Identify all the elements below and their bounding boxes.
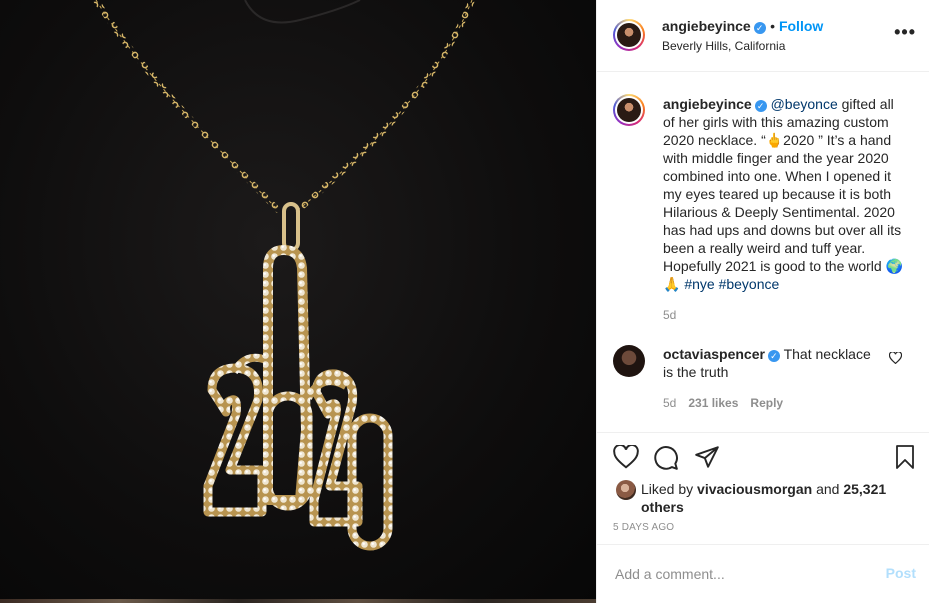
post-caption: angiebeyince ✓ @beyonce gifted all of her… [663,95,909,293]
add-comment-input[interactable] [613,563,867,585]
middle-finger-emoji-icon: 🖕 [765,132,784,148]
reply-button[interactable]: Reply [750,396,783,410]
liked-by-prefix: Liked by [641,481,698,497]
save-bookmark-icon[interactable] [895,445,915,469]
commenter-username[interactable]: octaviaspencer [663,346,765,362]
caption-text-part2: 2020 ” It’s a hand with middle finger an… [663,132,902,274]
liked-by-user-link[interactable]: vivaciousmorgan [697,481,812,497]
photo-bottom-strip [0,599,596,603]
comment: octaviaspencer ✓ That necklace is the tru… [663,345,878,381]
liked-by-avatar[interactable] [616,480,636,500]
commenter-avatar[interactable] [613,345,645,377]
post-actions-section: Liked by vivaciousmorgan and 25,321 othe… [597,432,929,544]
add-comment-bar: Post [597,544,929,603]
comment-meta: 5d 231 likes Reply [663,396,795,410]
globe-emoji-icon: 🌍 [885,258,904,274]
post-side-panel: angiebeyince ✓ • Follow Beverly Hills, Ca… [596,0,929,603]
verified-badge-icon: ✓ [753,22,766,34]
verified-badge-icon: ✓ [754,100,767,112]
hashtag-beyonce-link[interactable]: #beyonce [719,276,780,292]
post-photo[interactable] [0,0,596,603]
comment-likes[interactable]: 231 likes [688,396,738,410]
like-heart-icon[interactable] [613,445,639,469]
liked-by-text: Liked by vivaciousmorgan and 25,321 othe… [641,480,901,516]
more-horizontal-icon[interactable]: ••• [894,23,916,41]
share-paper-plane-icon[interactable] [694,445,720,469]
post-header: angiebeyince ✓ • Follow Beverly Hills, Ca… [597,0,929,72]
mention-link[interactable]: @beyonce [771,96,838,112]
author-username[interactable]: angiebeyince [662,18,751,34]
comment-time[interactable]: 5d [663,396,676,410]
post-location[interactable]: Beverly Hills, California [662,39,785,53]
caption-author-avatar[interactable] [613,94,645,126]
comment-like-heart-icon[interactable] [889,352,902,364]
verified-badge-icon: ✓ [767,350,780,362]
author-line: angiebeyince ✓ • Follow [662,18,823,36]
pray-emoji-icon: 🙏 [663,276,681,292]
comment-bubble-icon[interactable] [653,445,679,471]
post-timestamp[interactable]: 5 DAYS AGO [613,522,674,533]
necklace-image [93,0,475,551]
post-comment-button[interactable]: Post [886,565,916,581]
liked-by-middle: and [812,481,844,497]
caption-author-username[interactable]: angiebeyince [663,96,752,112]
dot-separator: • [770,18,779,34]
hashtag-nye-link[interactable]: #nye [684,276,714,292]
caption-time[interactable]: 5d [663,308,676,322]
follow-button[interactable]: Follow [779,18,823,34]
author-avatar[interactable] [613,19,645,51]
